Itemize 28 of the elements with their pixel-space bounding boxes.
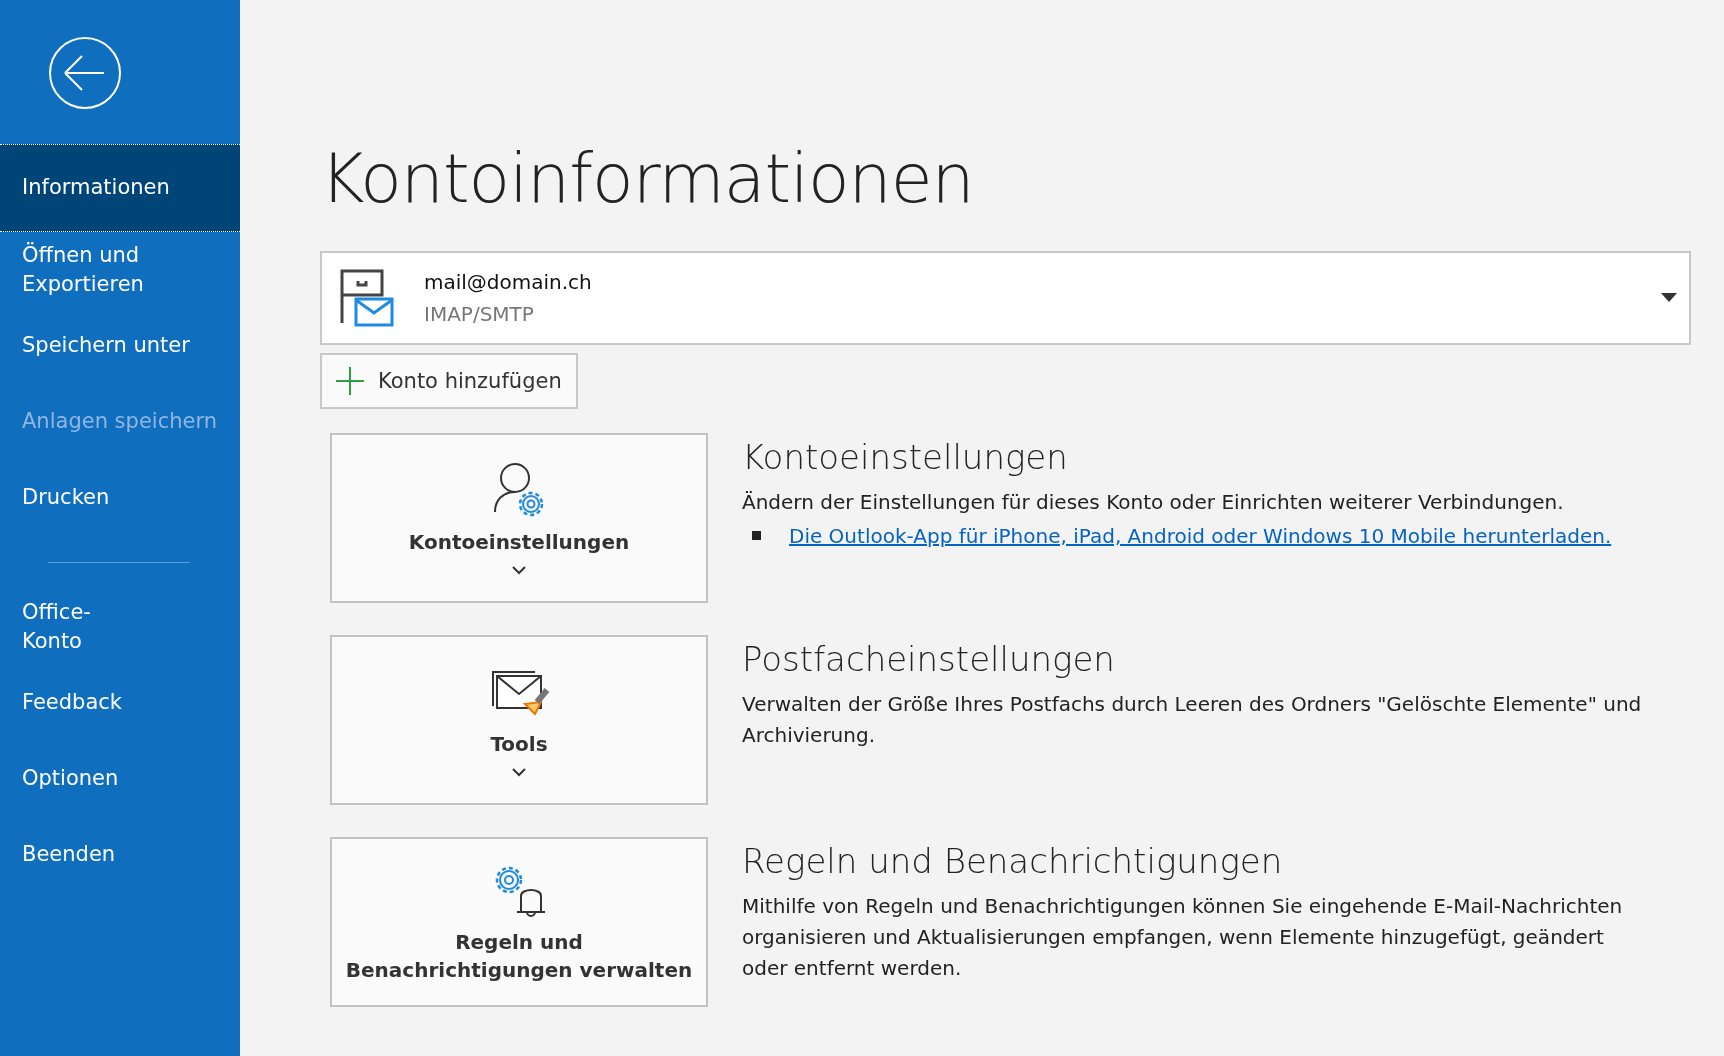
- section-description: Mithilfe von Regeln und Benachrichtigungen können Sie eingehende E-Mail-Nachrichten organisieren und Aktualisierungen empfangen, wenn Elemente hinzugefügt, geändert oder entfernt werden.: [742, 892, 1624, 982]
- sidebar-item[interactable]: Speichern unter: [0, 308, 240, 384]
- section-heading: Regeln und Benachrichtigungen: [742, 840, 1284, 881]
- plus-icon: [334, 364, 366, 397]
- download-link[interactable]: Die Outlook-App für iPhone, iPad, Android oder Windows 10 Mobile herunterladen.: [789, 523, 1612, 548]
- caret-icon: [1661, 292, 1677, 302]
- account-dropdown[interactable]: mail@domain.ch IMAP/SMTP: [320, 250, 1691, 345]
- section-heading: Postfacheinstellungen: [742, 638, 1116, 679]
- page-title: Kontoinformationen: [320, 142, 975, 217]
- section-heading: Kontoeinstellungen: [742, 436, 1069, 477]
- sidebar-item[interactable]: Beenden: [0, 817, 240, 893]
- account-email: mail@domain.ch: [424, 269, 592, 294]
- bullet-icon: [752, 531, 761, 541]
- settings-tile[interactable]: Regeln und Benachrichtigungen verwalten: [330, 836, 708, 1007]
- sidebar-item[interactable]: Office- Konto: [0, 589, 240, 665]
- sidebar-item[interactable]: Feedback: [0, 665, 240, 741]
- add-account-button[interactable]: Konto hinzufügen: [320, 352, 578, 409]
- section-description: Verwalten der Größe Ihres Postfachs durch Leeren des Ordners "Gelöschte Elemente" und Archivierung.: [742, 690, 1642, 749]
- sidebar-item[interactable]: Öffnen und Exportieren: [0, 232, 240, 308]
- chevron-down-icon: [512, 768, 526, 778]
- sidebar-item[interactable]: Informationen: [0, 144, 240, 232]
- settings-tile[interactable]: Tools: [330, 634, 708, 805]
- chevron-down-icon: [512, 566, 526, 576]
- account-type: IMAP/SMTP: [424, 301, 535, 326]
- settings-tile[interactable]: Kontoeinstellungen: [330, 432, 708, 603]
- sidebar-item[interactable]: Optionen: [0, 741, 240, 817]
- sidebar-item[interactable]: Drucken: [0, 460, 240, 536]
- section-description: Ändern der Einstellungen für dieses Konto oder Einrichten weiterer Verbindungen.: [742, 488, 1565, 516]
